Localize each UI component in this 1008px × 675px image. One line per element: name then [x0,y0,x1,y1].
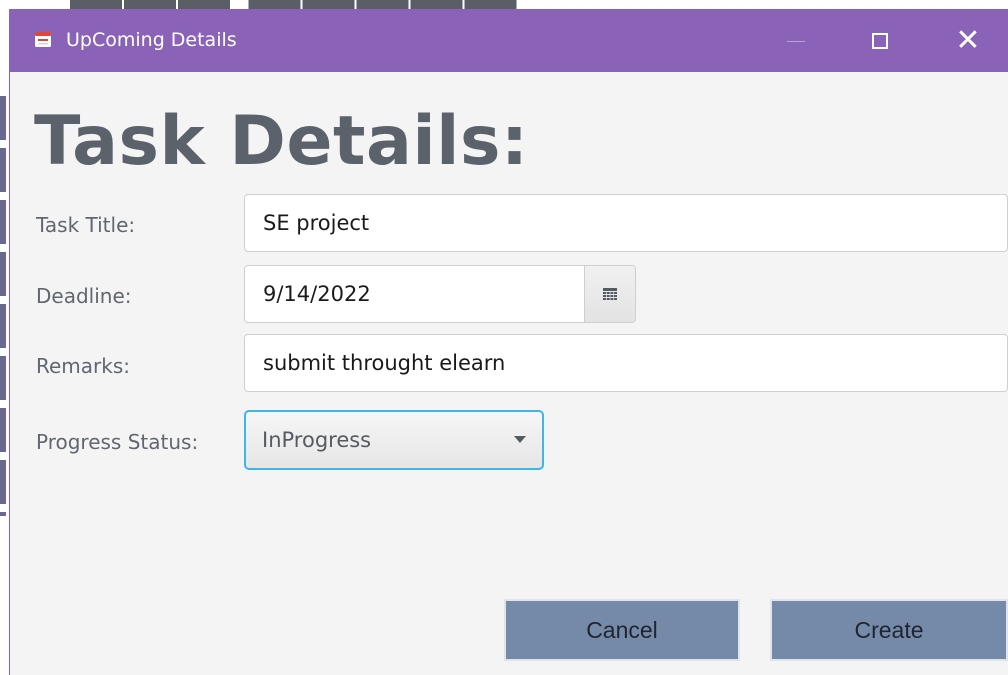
progress-status-label: Progress Status: [36,430,199,454]
deadline-label: Deadline: [36,284,132,308]
close-button[interactable]: ✕ [938,10,998,72]
remarks-input[interactable]: submit throught elearn [244,334,1008,392]
maximize-button[interactable] [850,10,910,72]
create-button[interactable]: Create [770,599,1008,661]
minimize-button[interactable] [766,10,826,72]
maximize-icon [872,33,888,49]
task-title-label: Task Title: [36,213,136,237]
close-icon: ✕ [955,23,981,58]
page-title: Task Details: [34,102,529,181]
title-bar[interactable]: UpComing Details ✕ [10,10,1008,72]
task-title-input[interactable]: SE project [244,194,1008,252]
calendar-icon [603,288,617,300]
window-title: UpComing Details [66,29,237,51]
background-window-edge [0,96,6,516]
date-picker-button[interactable] [584,266,635,322]
minimize-icon [787,40,805,42]
progress-status-value: InProgress [262,428,372,452]
deadline-date-picker: 9/14/2022 [244,265,636,323]
chevron-down-icon [514,436,526,443]
deadline-input[interactable]: 9/14/2022 [245,266,584,322]
app-calendar-icon [35,32,51,47]
remarks-label: Remarks: [36,354,131,378]
progress-status-dropdown[interactable]: InProgress [244,410,544,470]
upcoming-details-dialog: UpComing Details ✕ Task Details: Task Ti… [10,10,1008,675]
cancel-button[interactable]: Cancel [504,599,740,661]
